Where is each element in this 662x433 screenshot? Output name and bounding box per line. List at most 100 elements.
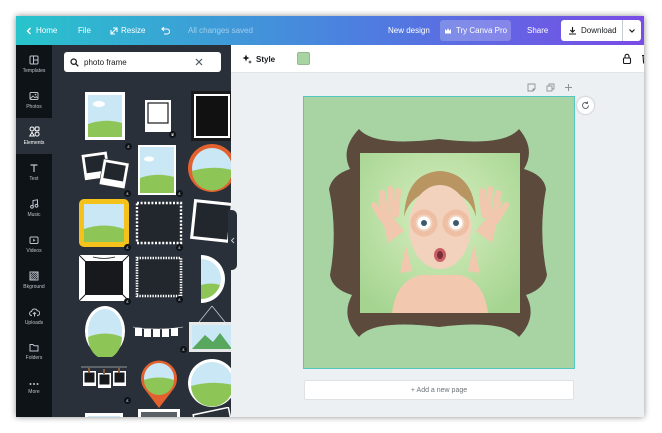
design-page[interactable] <box>304 97 574 368</box>
pro-badge-icon: £ <box>176 244 183 251</box>
style-button[interactable]: Style <box>242 45 275 73</box>
style-label: Style <box>256 54 276 64</box>
photo-string-element[interactable] <box>132 323 184 343</box>
rail-label: Templates <box>22 67 46 74</box>
partial-frame-element[interactable] <box>85 413 123 417</box>
landscape-frame-element[interactable] <box>138 145 176 195</box>
rail-item-videos[interactable]: Videos <box>16 226 52 262</box>
undo-button[interactable] <box>160 16 170 45</box>
templates-icon <box>29 55 39 64</box>
resize-button[interactable]: Resize <box>110 16 145 45</box>
pro-badge-icon: £ <box>124 244 131 251</box>
rail-label: More <box>28 388 40 395</box>
elements-icon <box>28 126 40 137</box>
circle-frame-element[interactable] <box>187 358 231 408</box>
pro-badge-icon: £ <box>176 190 183 197</box>
rail-item-uploads[interactable]: Uploads <box>16 298 52 334</box>
add-page-button[interactable]: + Add a new page <box>304 380 574 400</box>
tilted-frame-element[interactable] <box>188 197 231 245</box>
rectangle-photo-frame-element[interactable] <box>85 92 125 140</box>
pin-frame-element[interactable] <box>138 359 180 409</box>
ornate-frame-element[interactable] <box>79 255 129 301</box>
collapse-panel-button[interactable] <box>228 210 237 270</box>
download-button[interactable]: Download <box>561 20 641 41</box>
share-button[interactable]: Share <box>527 16 548 45</box>
photos-icon <box>29 91 39 100</box>
rail-label: Elements <box>23 140 45 146</box>
save-status: All changes saved <box>188 16 253 45</box>
left-rail: Templates Photos Elements Text Music Vid… <box>16 45 52 417</box>
duplicate-page-icon[interactable] <box>546 83 555 92</box>
undo-icon <box>161 26 170 35</box>
share-label: Share <box>527 26 549 35</box>
black-photo-frame-element[interactable] <box>191 91 231 141</box>
rail-label: Videos <box>26 247 42 254</box>
rail-label: Photos <box>26 103 42 110</box>
search-input[interactable] <box>84 57 190 67</box>
rail-label: Bkground <box>23 283 45 290</box>
canvas-toolbar: Style <box>231 45 644 73</box>
rotate-icon <box>582 101 589 109</box>
rail-label: Folders <box>25 355 43 361</box>
refresh-page-button[interactable] <box>577 97 594 114</box>
home-button[interactable]: Home <box>25 16 57 45</box>
new-design-button[interactable]: New design <box>388 16 430 45</box>
download-main[interactable]: Download <box>561 26 622 35</box>
oval-frame-element[interactable] <box>84 305 126 357</box>
search-box[interactable] <box>64 52 221 72</box>
stamp-frame-element[interactable] <box>135 256 183 298</box>
partial-tilted-frame-element[interactable] <box>190 407 231 417</box>
videos-icon <box>29 236 39 244</box>
rail-item-music[interactable]: Music <box>16 190 52 226</box>
clear-search-icon[interactable] <box>195 58 203 66</box>
pro-badge-icon: £ <box>124 397 131 404</box>
background-icon <box>29 271 39 280</box>
folders-icon <box>29 344 39 352</box>
crown-badge-icon: ♛ <box>169 131 176 138</box>
text-icon <box>30 163 38 172</box>
small-photo-frame-element[interactable] <box>145 100 171 132</box>
rail-item-templates[interactable]: Templates <box>16 46 52 82</box>
more-icon <box>29 382 39 385</box>
rail-item-text[interactable]: Text <box>16 154 52 190</box>
save-status-text: All changes saved <box>188 26 253 35</box>
chevron-left-icon <box>230 237 235 243</box>
dotted-frame-element[interactable] <box>135 201 183 245</box>
half-circle-frame-element[interactable] <box>201 255 227 303</box>
polaroid-stack-element[interactable] <box>79 149 131 191</box>
chevron-left-icon <box>26 27 31 34</box>
rail-label: Uploads <box>24 319 44 326</box>
trash-icon[interactable] <box>641 53 644 64</box>
pro-badge-icon: £ <box>125 143 132 150</box>
home-label: Home <box>36 26 58 35</box>
try-pro-button[interactable]: Try Canva Pro <box>440 20 511 41</box>
download-options-button[interactable] <box>623 28 641 34</box>
lock-icon[interactable] <box>622 53 632 64</box>
background-color-swatch[interactable] <box>297 52 310 65</box>
add-page-icon[interactable] <box>564 83 573 92</box>
rail-label: Text <box>29 175 39 182</box>
rail-item-elements[interactable]: Elements <box>16 118 52 154</box>
crown-icon <box>444 27 451 33</box>
download-label: Download <box>581 26 617 35</box>
partial-gray-frame-element[interactable] <box>138 409 180 417</box>
new-design-label: New design <box>388 26 430 35</box>
elements-panel: ♛ £ £ £ £ £ £ £ £ £ £ <box>52 45 231 417</box>
clip-photos-element[interactable] <box>80 363 128 399</box>
pro-badge-icon: £ <box>124 298 131 305</box>
yellow-frame-element[interactable] <box>79 199 129 247</box>
rail-item-background[interactable]: Bkground <box>16 262 52 298</box>
rail-item-photos[interactable]: Photos <box>16 82 52 118</box>
file-label: File <box>78 26 91 35</box>
woman-photo[interactable] <box>360 153 520 313</box>
file-menu[interactable]: File <box>78 16 91 45</box>
rail-item-more[interactable]: More <box>16 370 52 406</box>
round-photo-frame-element[interactable] <box>187 143 231 193</box>
hanging-frame-element[interactable] <box>187 304 231 354</box>
resize-icon <box>110 26 118 35</box>
download-icon <box>569 27 576 35</box>
resize-label: Resize <box>121 26 146 35</box>
top-bar: Home File Resize All changes saved New d… <box>16 16 644 45</box>
rail-item-folders[interactable]: Folders <box>16 334 52 370</box>
page-notes-icon[interactable] <box>527 83 536 92</box>
